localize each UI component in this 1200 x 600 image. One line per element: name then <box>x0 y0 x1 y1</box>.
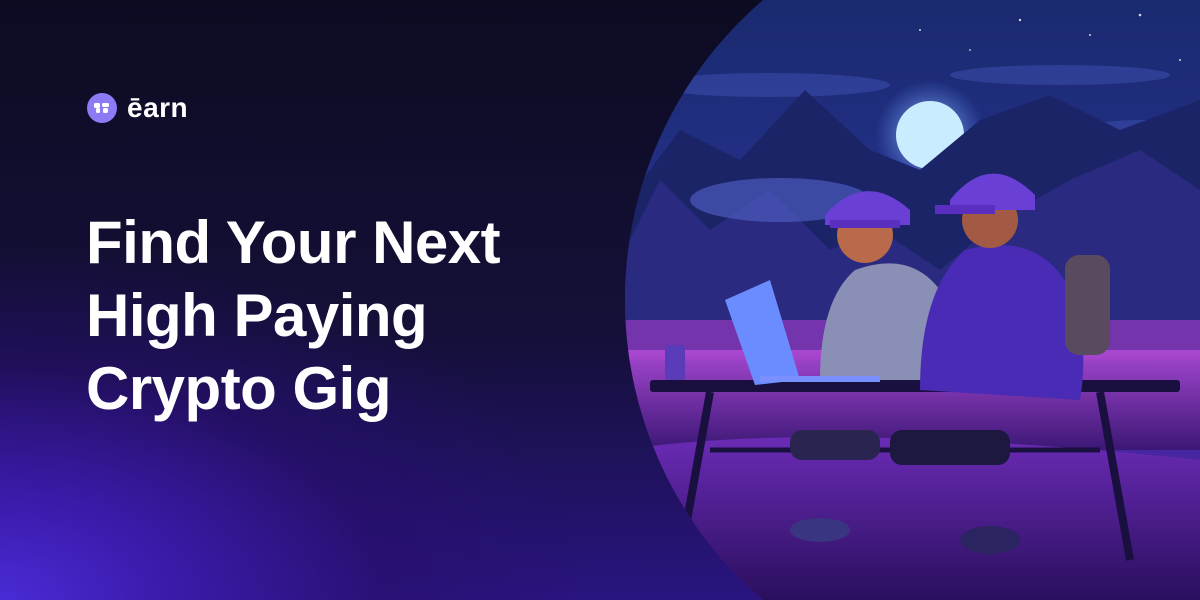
earn-logo-icon <box>87 93 117 123</box>
headline-line-1: Find Your Next <box>86 209 501 276</box>
banner: ēarn Find Your Next High Paying Crypto G… <box>0 0 1200 600</box>
headline-line-3: Crypto Gig <box>86 355 392 422</box>
headline-line-2: High Paying <box>86 282 428 349</box>
brand-logo[interactable]: ēarn <box>87 93 188 123</box>
hero-illustration <box>625 0 1200 600</box>
hero-headline: Find Your Next High Paying Crypto Gig <box>86 206 606 425</box>
brand-name: ēarn <box>127 92 189 123</box>
